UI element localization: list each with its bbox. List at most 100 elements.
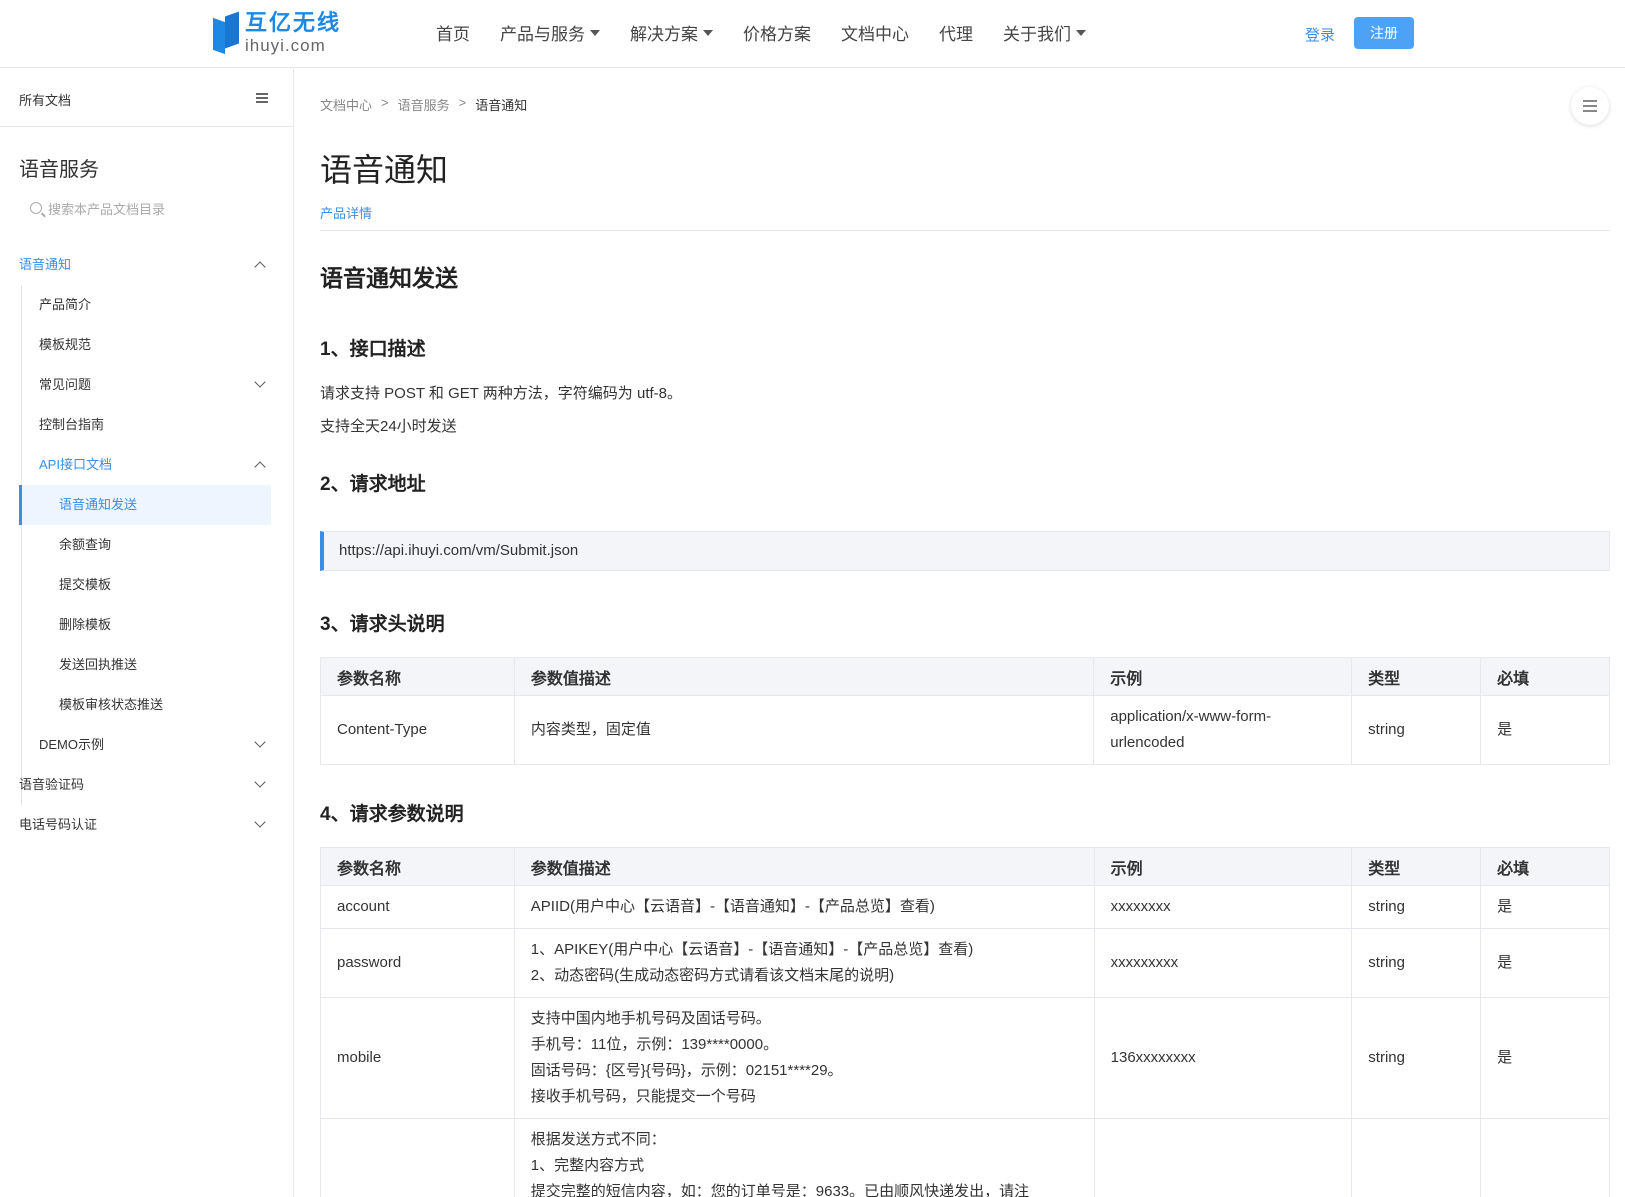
th-type: 类型: [1351, 847, 1482, 886]
cell-type: string: [1351, 997, 1482, 1119]
cell-required: [1480, 1118, 1610, 1197]
cell-desc: 根据发送方式不同： 1、完整内容方式 提交完整的短信内容，如：您的订单号是：9633…: [513, 1118, 1095, 1197]
sidebar-item-voice-code[interactable]: 语音验证码: [0, 765, 294, 805]
search-placeholder: 搜索本产品文档目录: [48, 201, 166, 217]
cell-example: xxxxxxxx: [1093, 885, 1353, 929]
sidebar-item-receipt-push[interactable]: 发送回执推送: [0, 645, 294, 685]
cell-required: 是: [1480, 928, 1610, 998]
section-title: 语音通知发送: [320, 265, 458, 291]
sidebar-item-voice-notify[interactable]: 语音通知: [0, 245, 294, 285]
table-row: 根据发送方式不同： 1、完整内容方式 提交完整的短信内容，如：您的订单号是：9633…: [320, 1118, 1610, 1197]
nav-home[interactable]: 首页: [436, 20, 470, 45]
sidebar-item-template-spec[interactable]: 模板规范: [0, 325, 294, 365]
sidebar-item-intro[interactable]: 产品简介: [0, 285, 294, 325]
request-params-table: 参数名称 参数值描述 示例 类型 必填 account APIID(用户中心【云…: [320, 847, 1610, 1197]
th-name: 参数名称: [320, 847, 515, 886]
cell-type: string: [1351, 695, 1482, 765]
s1-heading: 1、接口描述: [320, 339, 426, 360]
sidebar-item-delete-template[interactable]: 删除模板: [0, 605, 294, 645]
cell-example: xxxxxxxxx: [1093, 928, 1353, 998]
s3-heading: 3、请求头说明: [320, 614, 445, 635]
logo-icon: [213, 10, 239, 56]
sidebar-item-demo[interactable]: DEMO示例: [0, 725, 294, 765]
breadcrumb-docs[interactable]: 文档中心: [320, 95, 372, 114]
cell-type: [1351, 1118, 1482, 1197]
sidebar-menu: 语音通知 产品简介 模板规范 常见问题 控制台指南 API接口文档 语音通知发送…: [0, 245, 294, 845]
th-required: 必填: [1480, 657, 1610, 696]
cell-type: string: [1351, 885, 1482, 929]
header-params-table: 参数名称 参数值描述 示例 类型 必填 Content-Type 内容类型，固定…: [320, 657, 1610, 765]
sidebar-item-phone-auth[interactable]: 电话号码认证: [0, 805, 294, 845]
cell-example: [1093, 1118, 1353, 1197]
cell-name: password: [320, 928, 515, 998]
logo-name: 互亿无线: [245, 10, 342, 35]
search-icon: [30, 202, 42, 214]
cell-required: 是: [1480, 997, 1610, 1119]
menu-button[interactable]: [1571, 87, 1609, 125]
doc-sidebar: 所有文档 语音服务 搜索本产品文档目录 语音通知 产品简介 模板规范 常见问题 …: [0, 69, 294, 1197]
th-example: 示例: [1093, 847, 1353, 886]
chevron-down-icon: [254, 816, 266, 828]
logo[interactable]: 互亿无线 ihuyi.com: [213, 10, 341, 56]
breadcrumb: 文档中心 > 语音服务 > 语音通知: [320, 95, 528, 114]
nav-agent[interactable]: 代理: [939, 20, 973, 45]
register-button[interactable]: 注册: [1354, 17, 1414, 49]
cell-example: application/x-www-form-urlencoded: [1093, 695, 1353, 765]
cell-desc: 支持中国内地手机号码及固话号码。 手机号：11位，示例：139****0000。固…: [513, 997, 1095, 1119]
login-link[interactable]: 登录: [1305, 24, 1335, 45]
top-navbar: 互亿无线 ihuyi.com 首页 产品与服务 解决方案 价格方案 文档中心 代…: [0, 0, 1625, 68]
s4-heading: 4、请求参数说明: [320, 804, 464, 825]
chevron-up-icon: [254, 261, 266, 273]
table-header-row: 参数名称 参数值描述 示例 类型 必填: [320, 657, 1610, 696]
all-docs-bar[interactable]: 所有文档: [0, 69, 293, 127]
list-icon[interactable]: [256, 93, 268, 103]
cell-desc: 内容类型，固定值: [513, 695, 1095, 765]
s1-desc-2: 支持全天24小时发送: [320, 418, 457, 435]
chevron-up-icon: [254, 461, 266, 473]
sidebar-item-send[interactable]: 语音通知发送: [19, 485, 271, 525]
table-row: password 1、APIKEY(用户中心【云语音】-【语音通知】-【产品总览…: [320, 928, 1610, 998]
divider: [320, 230, 1610, 231]
sidebar-item-balance[interactable]: 余额查询: [0, 525, 294, 565]
table-row: mobile 支持中国内地手机号码及固话号码。 手机号：11位，示例：139***…: [320, 997, 1610, 1119]
breadcrumb-current: 语音通知: [475, 98, 528, 113]
table-row: account APIID(用户中心【云语音】-【语音通知】-【产品总览】查看)…: [320, 885, 1610, 929]
th-desc: 参数值描述: [513, 657, 1095, 696]
table-row: Content-Type 内容类型，固定值 application/x-www-…: [320, 695, 1610, 765]
th-type: 类型: [1351, 657, 1482, 696]
s2-heading: 2、请求地址: [320, 474, 426, 495]
sidebar-search[interactable]: 搜索本产品文档目录: [19, 193, 271, 223]
nav-about[interactable]: 关于我们: [1003, 20, 1086, 45]
caret-down-icon: [590, 29, 600, 36]
th-desc: 参数值描述: [513, 847, 1095, 886]
cell-name: account: [320, 885, 515, 929]
main-nav: 首页 产品与服务 解决方案 价格方案 文档中心 代理 关于我们: [436, 20, 1116, 45]
s1-desc-1: 请求支持 POST 和 GET 两种方法，字符编码为 utf-8。: [320, 385, 682, 402]
nav-pricing[interactable]: 价格方案: [743, 20, 811, 45]
sidebar-item-submit-template[interactable]: 提交模板: [0, 565, 294, 605]
logo-domain: ihuyi.com: [245, 36, 326, 55]
nav-products[interactable]: 产品与服务: [500, 20, 600, 45]
page-title: 语音通知: [320, 152, 449, 188]
sidebar-title: 语音服务: [19, 159, 99, 181]
caret-down-icon: [1076, 29, 1086, 36]
th-required: 必填: [1480, 847, 1610, 886]
breadcrumb-voice[interactable]: 语音服务: [398, 95, 450, 114]
chevron-down-icon: [254, 376, 266, 388]
nav-solutions[interactable]: 解决方案: [630, 20, 713, 45]
sidebar-item-api-docs[interactable]: API接口文档: [0, 445, 294, 485]
cell-desc: APIID(用户中心【云语音】-【语音通知】-【产品总览】查看): [513, 885, 1095, 929]
chevron-down-icon: [254, 776, 266, 788]
cell-example: 136xxxxxxxx: [1093, 997, 1353, 1119]
sidebar-item-console-guide[interactable]: 控制台指南: [0, 405, 294, 445]
nav-docs[interactable]: 文档中心: [841, 20, 909, 45]
table-header-row: 参数名称 参数值描述 示例 类型 必填: [320, 847, 1610, 886]
cell-required: 是: [1480, 885, 1610, 929]
sidebar-item-faq[interactable]: 常见问题: [0, 365, 294, 405]
th-example: 示例: [1093, 657, 1353, 696]
caret-down-icon: [703, 29, 713, 36]
product-detail-link[interactable]: 产品详情: [320, 203, 372, 222]
cell-name: [320, 1118, 515, 1197]
sidebar-item-template-status-push[interactable]: 模板审核状态推送: [0, 685, 294, 725]
cell-required: 是: [1480, 695, 1610, 765]
